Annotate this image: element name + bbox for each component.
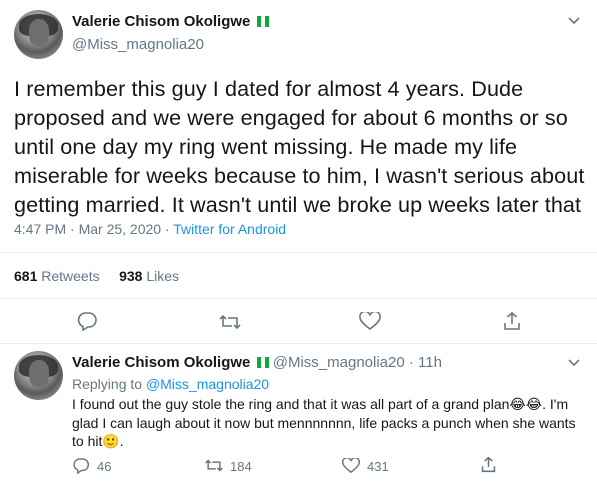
reply-handle-time[interactable]: @Miss_magnolia20 · 11h [273, 354, 442, 371]
like-count: 431 [367, 459, 389, 474]
retweets-count: 681 [14, 268, 38, 284]
tweet-timestamp: 4:47 PM · Mar 25, 2020 · Twitter for And… [14, 221, 286, 237]
reply-text-part3: . [119, 433, 124, 449]
reply-icon[interactable] [72, 457, 90, 479]
retweet-count: 184 [230, 459, 252, 474]
likes-count: 938 [119, 268, 143, 284]
tweet-source[interactable]: Twitter for Android [173, 221, 286, 237]
smile-emoji: 🙂 [102, 433, 120, 449]
divider [0, 298, 597, 299]
main-author-line: Valerie Chisom Okoligwe [72, 13, 269, 32]
reply-text-part1: I found out the guy stole the ring and t… [72, 396, 510, 412]
tweet-time-date[interactable]: 4:47 PM · Mar 25, 2020 · [14, 221, 173, 237]
chevron-down-icon[interactable] [567, 355, 581, 371]
author-handle[interactable]: @Miss_magnolia20 [72, 36, 204, 53]
like-icon[interactable] [359, 310, 381, 336]
reply-icon[interactable] [76, 311, 98, 336]
laughing-emoji: 😂😂 [509, 396, 543, 412]
reply-text: I found out the guy stole the ring and t… [72, 395, 584, 451]
divider [0, 252, 597, 253]
likes-stat[interactable]: 938 Likes [119, 268, 179, 284]
reply-count: 46 [97, 459, 112, 474]
retweet-icon[interactable] [218, 313, 242, 336]
tweet-text: I remember this guy I dated for almost 4… [14, 76, 585, 217]
avatar-face [28, 359, 50, 387]
chevron-down-icon[interactable] [567, 13, 581, 29]
reply-author-name[interactable]: Valerie Chisom Okoligwe [72, 354, 250, 371]
replying-prefix: Replying to [72, 376, 146, 392]
replying-to: Replying to @Miss_magnolia20 [72, 376, 269, 392]
likes-label: Likes [146, 268, 179, 284]
flag-icon [256, 355, 269, 372]
avatar[interactable] [14, 10, 63, 59]
replying-to-handle[interactable]: @Miss_magnolia20 [146, 376, 269, 392]
like-icon[interactable] [342, 457, 360, 479]
reply-author-line: Valerie Chisom Okoligwe @Miss_magnolia20… [72, 354, 442, 372]
retweet-icon[interactable] [204, 458, 224, 478]
author-name[interactable]: Valerie Chisom Okoligwe [72, 13, 250, 30]
retweets-stat[interactable]: 681 Retweets [14, 268, 100, 284]
avatar-face [28, 18, 50, 46]
retweets-label: Retweets [41, 268, 100, 284]
avatar[interactable] [14, 351, 63, 400]
share-icon[interactable] [502, 311, 522, 336]
share-icon[interactable] [480, 456, 497, 478]
tweet-stats: 681 Retweets 938 Likes [14, 268, 179, 284]
divider [0, 343, 597, 344]
flag-icon [256, 14, 269, 32]
